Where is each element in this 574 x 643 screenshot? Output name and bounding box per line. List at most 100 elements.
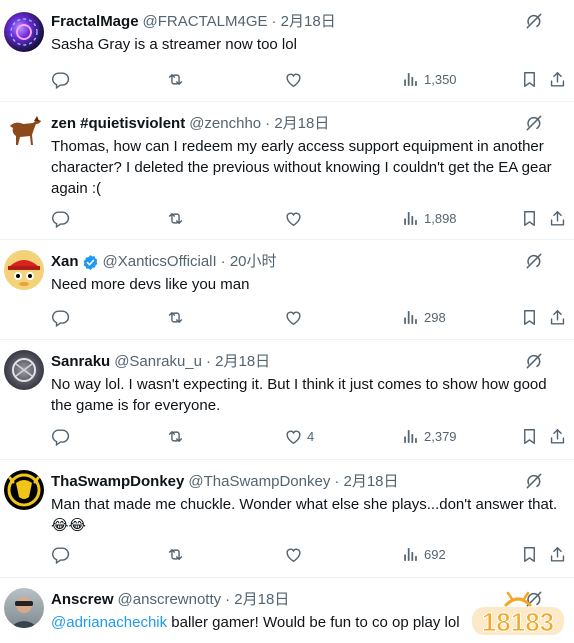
- views-button[interactable]: 1,350: [401, 68, 457, 90]
- retweet-button[interactable]: [166, 543, 185, 565]
- bar-chart-icon: [401, 308, 420, 327]
- like-button[interactable]: 4: [284, 425, 314, 447]
- grok-icon[interactable]: [524, 351, 544, 371]
- tweet-text: Sasha Gray is a streamer now too lol: [51, 36, 297, 53]
- tweet[interactable]: Xan @XanticsOfficialI · 20小时 Need more de…: [0, 240, 574, 340]
- share-icon: [548, 70, 567, 89]
- retweet-icon: [166, 427, 185, 446]
- share-icon: [548, 545, 567, 564]
- avatar[interactable]: [4, 470, 44, 510]
- reply-icon: [51, 427, 70, 446]
- tweet-text: Man that made me chuckle. Wonder what el…: [51, 496, 558, 534]
- avatar[interactable]: [4, 250, 44, 290]
- heart-icon: [284, 209, 303, 228]
- share-button[interactable]: [548, 425, 567, 447]
- like-button[interactable]: [284, 207, 303, 229]
- share-button[interactable]: [548, 306, 567, 328]
- author-name[interactable]: ThaSwampDonkey: [51, 472, 184, 492]
- views-button[interactable]: 298: [401, 306, 446, 328]
- bookmark-button[interactable]: [520, 207, 539, 229]
- bar-chart-icon: [401, 70, 420, 89]
- reply-icon: [51, 209, 70, 228]
- heart-icon: [284, 70, 303, 89]
- bookmark-button[interactable]: [520, 306, 539, 328]
- tweet[interactable]: FractalMage @FRACTALM4GE · 2月18日 Sasha Gra…: [0, 0, 574, 102]
- reply-icon: [51, 545, 70, 564]
- watermark-logo: 18183: [468, 591, 568, 639]
- reply-button[interactable]: [51, 68, 70, 90]
- reply-button[interactable]: [51, 543, 70, 565]
- share-button[interactable]: [548, 543, 567, 565]
- grok-icon[interactable]: [524, 471, 544, 491]
- bar-chart-icon: [401, 209, 420, 228]
- author-handle[interactable]: @Sanraku_u: [114, 352, 202, 372]
- view-count: 1,350: [424, 71, 457, 87]
- tweet-text-rest: baller gamer! Would be fun to co op play…: [167, 614, 460, 631]
- timestamp[interactable]: · 2月18日: [334, 472, 398, 492]
- retweet-icon: [166, 209, 185, 228]
- timestamp[interactable]: · 20小时: [221, 252, 277, 272]
- tweet[interactable]: zen #quietisviolent @zenchho · 2月18日 Thoma…: [0, 102, 574, 240]
- timestamp[interactable]: · 2月18日: [206, 352, 270, 372]
- timestamp[interactable]: · 2月18日: [272, 12, 336, 32]
- avatar[interactable]: [4, 112, 44, 152]
- like-count: 4: [307, 428, 315, 444]
- reply-icon: [51, 308, 70, 327]
- bar-chart-icon: [401, 427, 420, 446]
- tweet-text: Need more devs like you man: [51, 276, 250, 293]
- author-name[interactable]: Sanraku: [51, 352, 110, 372]
- avatar[interactable]: [4, 12, 44, 52]
- tweet[interactable]: ThaSwampDonkey @ThaSwampDonkey · 2月18日 Man…: [0, 460, 574, 578]
- bar-chart-icon: [401, 545, 420, 564]
- like-button[interactable]: [284, 68, 303, 90]
- mention-link[interactable]: @adrianachechik: [51, 614, 167, 631]
- avatar[interactable]: [4, 350, 44, 390]
- retweet-icon: [166, 545, 185, 564]
- retweet-button[interactable]: [166, 207, 185, 229]
- author-name[interactable]: zen #quietisviolent: [51, 114, 185, 134]
- author-handle[interactable]: @zenchho: [189, 114, 261, 134]
- avatar[interactable]: [4, 588, 44, 628]
- tweet-text: Thomas, how can I redeem my early access…: [51, 138, 552, 197]
- retweet-button[interactable]: [166, 425, 185, 447]
- author-handle[interactable]: @ThaSwampDonkey: [188, 472, 330, 492]
- author-handle[interactable]: @anscrewnotty: [118, 590, 222, 610]
- views-button[interactable]: 2,379: [401, 425, 457, 447]
- views-button[interactable]: 1,898: [401, 207, 457, 229]
- verified-badge-icon[interactable]: [82, 254, 99, 271]
- bookmark-icon: [520, 209, 539, 228]
- views-button[interactable]: 692: [401, 543, 446, 565]
- heart-icon: [284, 427, 303, 446]
- watermark-text: 18183: [482, 607, 554, 637]
- like-button[interactable]: [284, 543, 303, 565]
- author-name[interactable]: Xan: [51, 252, 79, 272]
- view-count: 1,898: [424, 210, 457, 226]
- share-icon: [548, 427, 567, 446]
- reply-button[interactable]: [51, 306, 70, 328]
- tweet[interactable]: Sanraku @Sanraku_u · 2月18日 No way lol. I w…: [0, 340, 574, 460]
- share-icon: [548, 209, 567, 228]
- bookmark-button[interactable]: [520, 68, 539, 90]
- timestamp[interactable]: · 2月18日: [225, 590, 289, 610]
- grok-icon[interactable]: [524, 113, 544, 133]
- bookmark-icon: [520, 308, 539, 327]
- retweet-button[interactable]: [166, 306, 185, 328]
- reply-button[interactable]: [51, 425, 70, 447]
- share-button[interactable]: [548, 68, 567, 90]
- author-handle[interactable]: @XanticsOfficialI: [103, 252, 217, 272]
- author-name[interactable]: Anscrew: [51, 590, 114, 610]
- like-button[interactable]: [284, 306, 303, 328]
- reply-icon: [51, 70, 70, 89]
- timestamp[interactable]: · 2月18日: [265, 114, 329, 134]
- reply-button[interactable]: [51, 207, 70, 229]
- bookmark-button[interactable]: [520, 425, 539, 447]
- author-handle[interactable]: @FRACTALM4GE: [143, 12, 268, 32]
- share-button[interactable]: [548, 207, 567, 229]
- author-name[interactable]: FractalMage: [51, 12, 139, 32]
- grok-icon[interactable]: [524, 251, 544, 271]
- view-count: 2,379: [424, 428, 457, 444]
- bookmark-button[interactable]: [520, 543, 539, 565]
- retweet-button[interactable]: [166, 68, 185, 90]
- grok-icon[interactable]: [524, 11, 544, 31]
- retweet-icon: [166, 308, 185, 327]
